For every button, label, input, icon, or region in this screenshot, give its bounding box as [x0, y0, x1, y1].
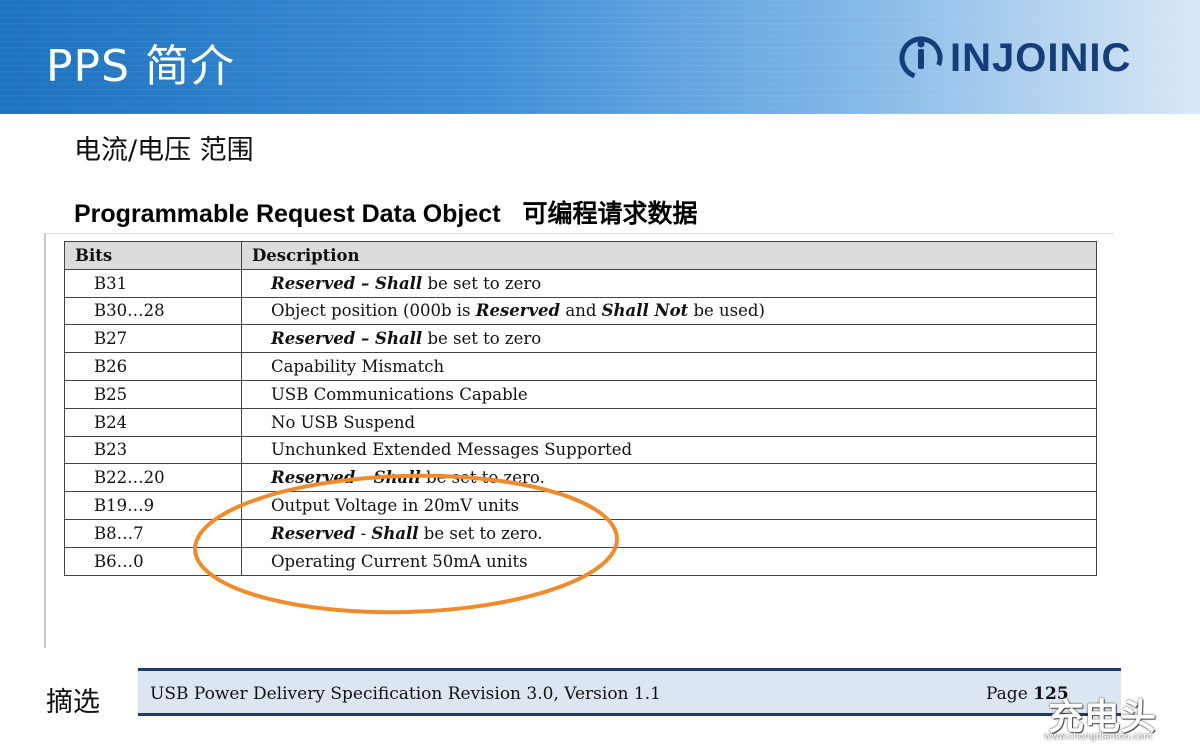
description-cell: Capability Mismatch: [241, 352, 1097, 381]
bits-cell: B26: [64, 352, 242, 381]
footer-page-prefix: Page: [986, 684, 1028, 704]
description-text: be used): [688, 301, 765, 321]
description-cell: Reserved – Shall be set to zero: [241, 324, 1097, 354]
bits-cell: B31: [64, 268, 242, 298]
bits-cell: B30…28: [64, 296, 242, 326]
description-text: No USB Suspend: [271, 412, 416, 432]
bits-cell: B27: [64, 324, 242, 354]
description-text: USB Communications Capable: [271, 384, 528, 404]
bits-cell: B23: [64, 435, 242, 465]
subtitle: 电流/电压 范围: [74, 135, 254, 166]
table-row: B27 Reserved – Shall be set to zero: [64, 324, 1097, 354]
description-cell: Operating Current 50mA units: [241, 546, 1097, 576]
slide-title: PPS 简介: [46, 41, 235, 92]
logo-text: INJOINIC: [950, 35, 1132, 80]
description-cell: Unchunked Extended Messages Supported: [241, 435, 1097, 465]
section-title-cn: 可编程请求数据: [522, 200, 698, 228]
column-header-bits: Bits: [64, 241, 242, 270]
bits-cell: B6…0: [64, 546, 242, 576]
description-text: be set to zero.: [420, 468, 545, 488]
table-row: B24 No USB Suspend: [64, 407, 1097, 437]
section-title: Programmable Request Data Object 可编程请求数据: [74, 194, 698, 230]
table-body: B31 Reserved – Shall be set to zero B30…28…: [64, 268, 1097, 576]
injoinic-logo: INJOINIC: [898, 30, 1131, 86]
table-row: B8…7 Reserved - Shall be set to zero.: [64, 518, 1097, 548]
description-emphasis: Reserved: [475, 301, 561, 321]
table-row: B31 Reserved – Shall be set to zero: [64, 268, 1097, 298]
description-emphasis: Reserved - Shall: [271, 468, 421, 488]
bits-cell: B8…7: [64, 518, 242, 548]
description-text: be set to zero: [422, 273, 542, 293]
pdo-bit-table: Bits Description B31 Reserved – Shall be …: [64, 241, 1097, 576]
description-text: be set to zero.: [418, 523, 543, 543]
table-header-row: Bits Description: [64, 241, 1097, 270]
bits-cell: B22…20: [64, 463, 242, 493]
table-row: B23 Unchunked Extended Messages Supported: [64, 435, 1097, 465]
description-cell: Object position (000b is Reserved and Sh…: [241, 296, 1097, 326]
logo-mark-icon: [899, 36, 943, 80]
description-text: Capability Mismatch: [271, 357, 445, 377]
table-row: B26 Capability Mismatch: [64, 352, 1097, 381]
table-row: B19…9 Output Voltage in 20mV units: [64, 491, 1097, 520]
description-cell: Reserved – Shall be set to zero: [241, 268, 1097, 298]
description-text: -: [355, 523, 372, 543]
bits-cell: B24: [64, 407, 242, 437]
description-emphasis: Shall: [371, 523, 419, 543]
watermark: 充电头 www.chongdiantou.com: [1040, 688, 1190, 744]
description-emphasis: Reserved: [271, 523, 356, 543]
description-text: Unchunked Extended Messages Supported: [271, 440, 633, 460]
table-row: B22…20 Reserved - Shall be set to zero.: [64, 463, 1097, 493]
description-emphasis: Reserved – Shall: [271, 273, 423, 293]
bits-cell: B25: [64, 379, 242, 409]
description-cell: Output Voltage in 20mV units: [241, 491, 1097, 520]
footer-spec-title: USB Power Delivery Specification Revisio…: [150, 684, 661, 704]
description-text: Operating Current 50mA units: [271, 551, 528, 571]
description-emphasis: Reserved – Shall: [271, 329, 423, 349]
description-cell: Reserved - Shall be set to zero.: [241, 463, 1097, 493]
column-header-description: Description: [241, 241, 1097, 270]
description-cell: Reserved - Shall be set to zero.: [241, 518, 1097, 548]
watermark-url: www.chongdiantou.com: [1044, 732, 1152, 742]
section-title-en: Programmable Request Data Object: [74, 200, 501, 228]
description-text: Object position (000b is: [271, 301, 476, 321]
table-row: B30…28 Object position (000b is Reserved …: [64, 296, 1097, 326]
description-text: be set to zero: [422, 329, 542, 349]
description-emphasis: Shall Not: [601, 301, 689, 321]
table-row: B25 USB Communications Capable: [64, 379, 1097, 409]
table-row: B6…0 Operating Current 50mA units: [64, 546, 1097, 576]
description-cell: USB Communications Capable: [241, 379, 1097, 409]
description-cell: No USB Suspend: [241, 407, 1097, 437]
footer-bar: USB Power Delivery Specification Revisio…: [138, 668, 1121, 716]
bits-cell: B19…9: [64, 491, 242, 520]
description-text: Output Voltage in 20mV units: [271, 496, 520, 516]
footer-label: 摘选: [46, 687, 100, 718]
description-text: and: [560, 301, 602, 321]
